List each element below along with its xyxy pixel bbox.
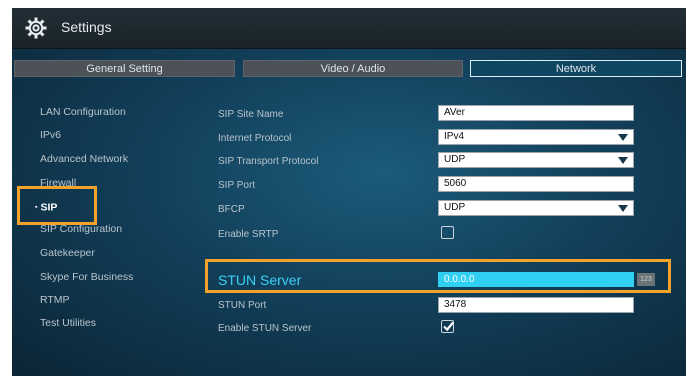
internet-protocol-select[interactable]: IPv4 [438, 129, 634, 145]
gear-icon [24, 16, 48, 40]
sip-transport-protocol-value: UDP [444, 154, 466, 165]
dropdown-arrow-icon [618, 134, 628, 141]
sip-port-input[interactable]: 5060 [438, 176, 634, 192]
sip-site-name-label: SIP Site Name [218, 109, 284, 120]
internet-protocol-value: IPv4 [444, 131, 465, 142]
bfcp-value: UDP [444, 202, 466, 213]
enable-stun-server-label: Enable STUN Server [218, 323, 312, 334]
sidebar-item-test-utilities[interactable]: Test Utilities [40, 317, 96, 330]
enable-srtp-checkbox[interactable] [441, 226, 454, 239]
enable-stun-server-checkbox[interactable] [441, 320, 454, 333]
settings-window: Settings General Setting Video / Audio N… [12, 8, 686, 376]
checkmark-icon [443, 321, 454, 332]
stun-port-input[interactable]: 3478 [438, 297, 634, 313]
sip-transport-protocol-select[interactable]: UDP [438, 152, 634, 168]
page-title: Settings [61, 19, 112, 35]
internet-protocol-label: Internet Protocol [218, 133, 292, 144]
sip-site-name-input[interactable]: AVer [438, 105, 634, 121]
sidebar-item-advanced-network[interactable]: Advanced Network [40, 153, 128, 166]
sip-highlight-outline [17, 186, 97, 225]
dropdown-arrow-icon [618, 157, 628, 164]
sidebar-item-gatekeeper[interactable]: Gatekeeper [40, 247, 95, 260]
dropdown-arrow-icon [618, 205, 628, 212]
sip-transport-protocol-label: SIP Transport Protocol [218, 156, 319, 167]
sidebar-item-ipv6[interactable]: IPv6 [40, 129, 61, 142]
tab-general-setting[interactable]: General Setting [14, 60, 235, 77]
sidebar-item-rtmp[interactable]: RTMP [40, 294, 70, 307]
numeric-keyboard-badge[interactable]: 123 [637, 273, 655, 286]
bfcp-select[interactable]: UDP [438, 200, 634, 216]
title-bar: Settings [12, 8, 686, 49]
stun-server-input[interactable]: 0.0.0.0 [438, 272, 634, 287]
stun-port-label: STUN Port [218, 300, 267, 311]
stun-server-label: STUN Server [218, 272, 302, 288]
sidebar-item-lan-configuration[interactable]: LAN Configuration [40, 106, 126, 119]
enable-srtp-label: Enable SRTP [218, 229, 279, 240]
bfcp-label: BFCP [218, 204, 245, 215]
tab-video-audio[interactable]: Video / Audio [243, 60, 463, 77]
tab-network[interactable]: Network [470, 60, 682, 77]
sidebar-item-skype-for-business[interactable]: Skype For Business [40, 271, 133, 284]
sip-port-label: SIP Port [218, 180, 256, 191]
